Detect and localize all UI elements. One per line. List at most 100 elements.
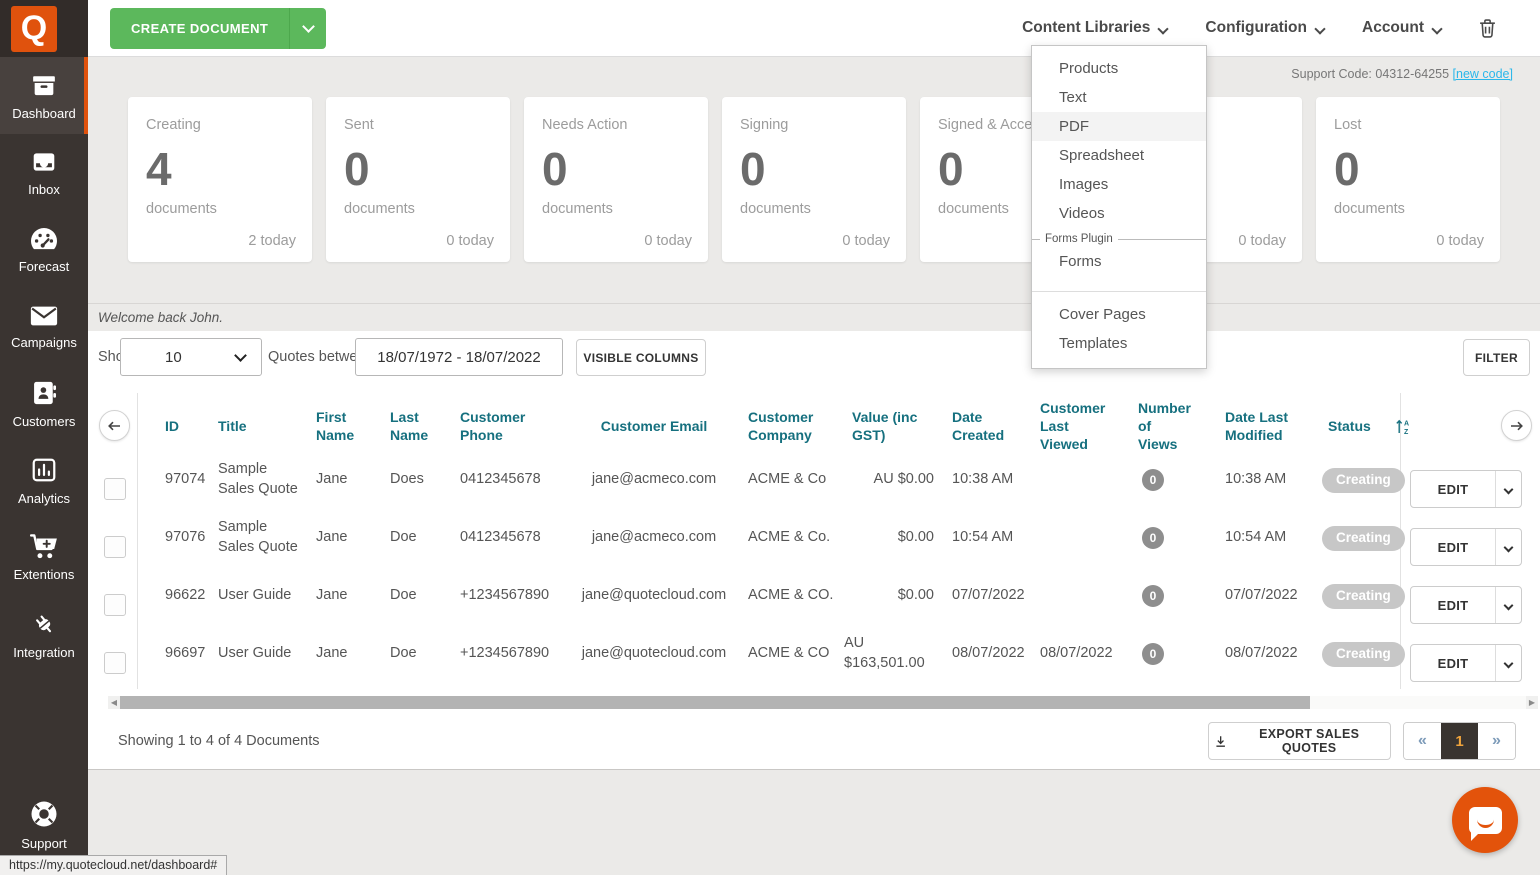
chevron-down-icon bbox=[1431, 23, 1443, 35]
card-unit: documents bbox=[542, 201, 613, 217]
create-document-caret[interactable] bbox=[289, 8, 326, 49]
chevron-down-icon bbox=[1503, 484, 1514, 494]
stat-card-signing: Signing 0 documents 0 today bbox=[722, 97, 906, 262]
sidebar-item-integration[interactable]: Integration bbox=[0, 596, 88, 673]
edit-button[interactable]: EDIT bbox=[1410, 644, 1522, 682]
views-badge: 0 bbox=[1142, 643, 1164, 665]
scrollbar-thumb[interactable] bbox=[120, 696, 1310, 709]
sidebar-item-campaigns[interactable]: Campaigns bbox=[0, 288, 88, 365]
nav-configuration[interactable]: Configuration bbox=[1205, 19, 1326, 37]
scrollbar-left-arrow-icon[interactable]: ◀ bbox=[108, 696, 120, 709]
row-checkbox[interactable] bbox=[104, 536, 126, 558]
pagination-current-page[interactable]: 1 bbox=[1441, 723, 1478, 759]
logo-area[interactable]: Q bbox=[0, 0, 88, 57]
row-checkbox[interactable] bbox=[104, 652, 126, 674]
menu-item-pdf[interactable]: PDF bbox=[1032, 112, 1206, 141]
scroll-left-button[interactable] bbox=[99, 410, 130, 441]
card-label: Sent bbox=[344, 117, 374, 133]
cell-first-name: Jane bbox=[316, 529, 348, 546]
col-header-customer-company[interactable]: Customer Company bbox=[748, 393, 844, 459]
nav-account[interactable]: Account bbox=[1362, 19, 1443, 37]
edit-caret[interactable] bbox=[1495, 645, 1521, 681]
address-book-icon bbox=[30, 379, 58, 407]
cell-last-name: Does bbox=[390, 471, 424, 488]
show-select[interactable]: 10 bbox=[120, 338, 262, 376]
chevron-down-icon bbox=[1503, 658, 1514, 668]
visible-columns-button[interactable]: VISIBLE COLUMNS bbox=[576, 339, 706, 376]
menu-item-videos[interactable]: Videos bbox=[1032, 199, 1206, 228]
create-document-button[interactable]: CREATE DOCUMENT bbox=[110, 8, 327, 49]
col-header-date-last-modified[interactable]: Date Last Modified bbox=[1202, 393, 1304, 459]
status-header-label: Status bbox=[1328, 417, 1371, 434]
sidebar-item-forecast[interactable]: Forecast bbox=[0, 211, 88, 288]
export-sales-quotes-button[interactable]: EXPORT SALES QUOTES bbox=[1208, 722, 1391, 760]
content-libraries-menu: Products Text PDF Spreadsheet Images Vid… bbox=[1031, 45, 1207, 369]
scrollbar-right-arrow-icon[interactable]: ▶ bbox=[1526, 696, 1538, 709]
col-header-first-name[interactable]: First Name bbox=[316, 393, 390, 459]
menu-item-forms[interactable]: Forms bbox=[1032, 247, 1206, 276]
row-checkbox[interactable] bbox=[104, 594, 126, 616]
col-header-customer-phone[interactable]: Customer Phone bbox=[460, 393, 560, 459]
edit-label: EDIT bbox=[1437, 597, 1469, 613]
col-header-customer-email[interactable]: Customer Email bbox=[560, 393, 748, 459]
sidebar-item-label: Campaigns bbox=[11, 334, 77, 350]
edit-button[interactable]: EDIT bbox=[1410, 528, 1522, 566]
col-header-date-created[interactable]: Date Created bbox=[944, 393, 1032, 459]
sidebar-item-dashboard[interactable]: Dashboard bbox=[0, 57, 88, 134]
cell-email: jane@quotecloud.com bbox=[581, 587, 727, 604]
sidebar-item-support[interactable]: Support bbox=[0, 786, 88, 863]
menu-item-spreadsheet[interactable]: Spreadsheet bbox=[1032, 141, 1206, 170]
col-header-status[interactable]: Status AZ bbox=[1304, 393, 1409, 459]
edit-caret[interactable] bbox=[1495, 471, 1521, 507]
col-header-value[interactable]: Value (inc GST) bbox=[844, 393, 944, 459]
edit-label: EDIT bbox=[1437, 481, 1469, 497]
col-header-id[interactable]: ID bbox=[150, 393, 218, 459]
menu-item-text[interactable]: Text bbox=[1032, 83, 1206, 112]
card-label: Lost bbox=[1334, 117, 1362, 133]
nav-content-libraries[interactable]: Content Libraries bbox=[1022, 19, 1170, 37]
edit-button[interactable]: EDIT bbox=[1410, 470, 1522, 508]
chat-launcher-button[interactable] bbox=[1452, 787, 1518, 853]
horizontal-scrollbar[interactable]: ◀ ▶ bbox=[108, 696, 1538, 709]
menu-item-templates[interactable]: Templates bbox=[1032, 329, 1206, 358]
support-code-label: Support Code: 04312-64255 bbox=[1291, 67, 1450, 81]
pagination-next[interactable]: » bbox=[1478, 723, 1515, 759]
cell-date-created: 10:54 AM bbox=[952, 529, 1014, 546]
scroll-right-button[interactable] bbox=[1501, 410, 1532, 441]
pagination-prev[interactable]: « bbox=[1404, 723, 1441, 759]
cell-last-name: Doe bbox=[390, 529, 417, 546]
status-badge: Creating bbox=[1322, 641, 1405, 667]
card-unit: documents bbox=[146, 201, 217, 217]
filter-button[interactable]: FILTER bbox=[1463, 339, 1530, 376]
col-header-title[interactable]: Title bbox=[218, 393, 316, 459]
cell-date-modified: 07/07/2022 bbox=[1225, 587, 1298, 604]
edit-button[interactable]: EDIT bbox=[1410, 586, 1522, 624]
cell-company: ACME & Co bbox=[748, 471, 827, 488]
scrollbar-track[interactable] bbox=[1310, 696, 1526, 709]
sidebar-item-customers[interactable]: Customers bbox=[0, 365, 88, 442]
sidebar-item-extentions[interactable]: Extentions bbox=[0, 519, 88, 596]
edit-caret[interactable] bbox=[1495, 587, 1521, 623]
sort-az-icon[interactable]: AZ bbox=[1395, 418, 1411, 435]
col-header-customer-last-viewed[interactable]: Customer Last Viewed bbox=[1032, 393, 1128, 459]
quotes-table: ID Title First Name Last Name Customer P… bbox=[150, 393, 1409, 683]
sidebar-item-analytics[interactable]: Analytics bbox=[0, 442, 88, 519]
date-range-input[interactable] bbox=[355, 338, 563, 376]
envelope-icon bbox=[29, 304, 59, 328]
cell-value: AU $163,501.00 bbox=[844, 635, 925, 671]
col-header-number-of-views[interactable]: Number of Views bbox=[1128, 393, 1202, 459]
edit-caret[interactable] bbox=[1495, 529, 1521, 565]
menu-item-cover-pages[interactable]: Cover Pages bbox=[1032, 300, 1206, 329]
nav-label: Configuration bbox=[1205, 19, 1307, 36]
sidebar-item-inbox[interactable]: Inbox bbox=[0, 134, 88, 211]
trash-icon[interactable] bbox=[1479, 18, 1496, 38]
cell-title: User Guide bbox=[218, 645, 292, 662]
row-checkbox[interactable] bbox=[104, 478, 126, 500]
quotes-panel: Show 10 Quotes between VISIBLE COLUMNS F… bbox=[88, 331, 1540, 770]
menu-item-images[interactable]: Images bbox=[1032, 170, 1206, 199]
create-document-label: CREATE DOCUMENT bbox=[131, 21, 269, 36]
col-header-last-name[interactable]: Last Name bbox=[390, 393, 460, 459]
menu-item-products[interactable]: Products bbox=[1032, 54, 1206, 83]
new-code-link[interactable]: [new code] bbox=[1453, 67, 1513, 81]
stat-cards: Creating 4 documents 2 today Sent 0 docu… bbox=[128, 97, 1500, 262]
